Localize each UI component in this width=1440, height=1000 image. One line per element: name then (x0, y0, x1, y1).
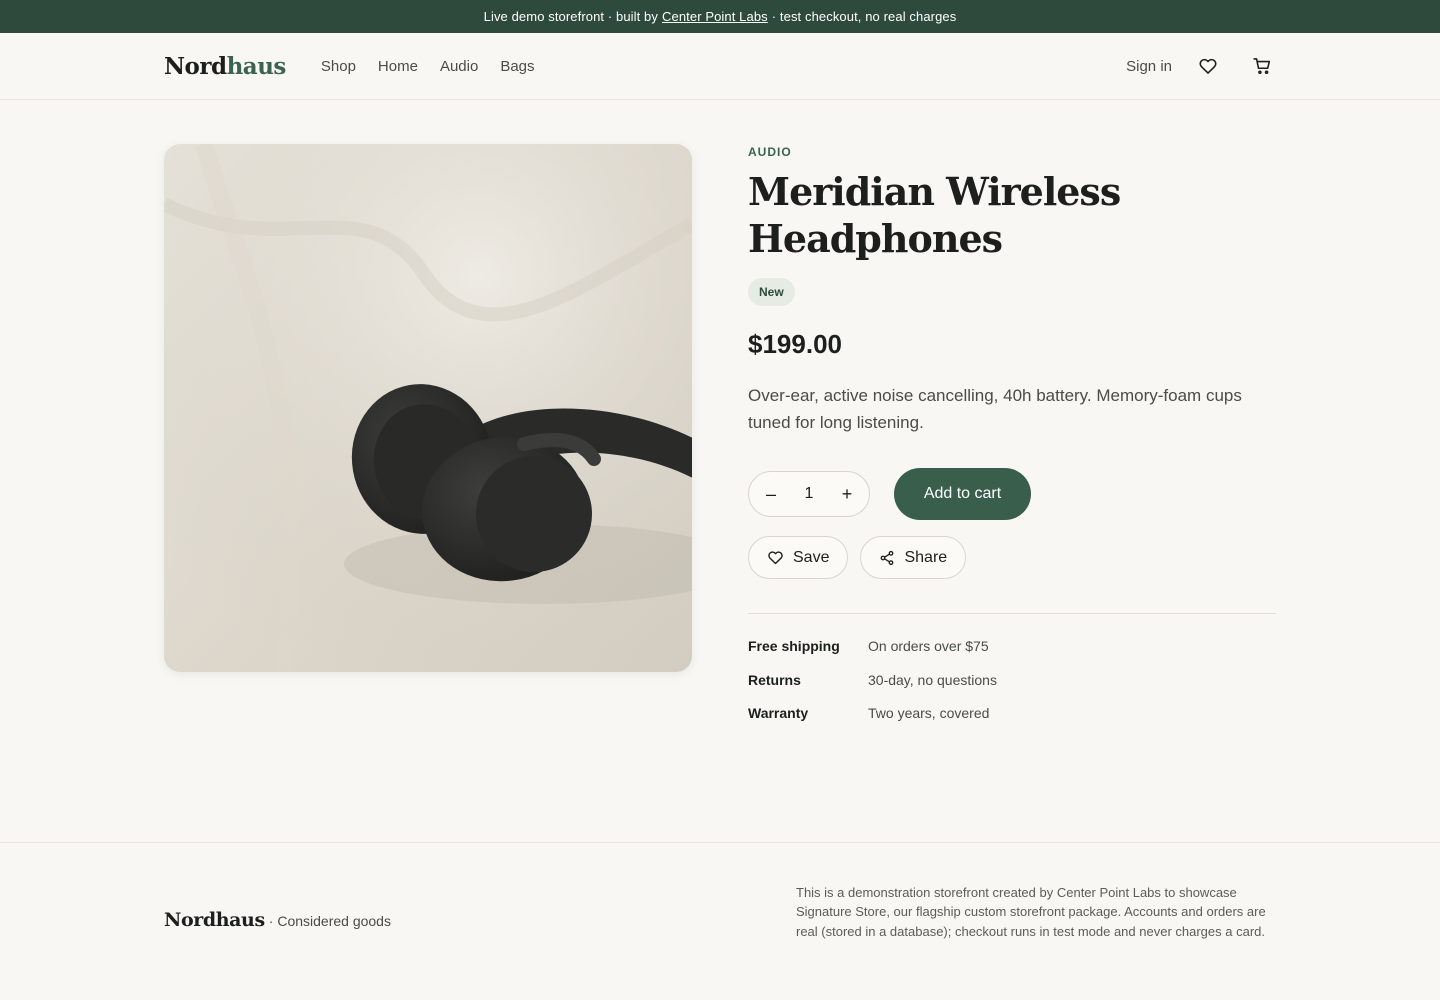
new-badge: New (748, 278, 795, 306)
product-description: Over-ear, active noise cancelling, 40h b… (748, 386, 1242, 432)
add-to-cart-button[interactable]: Add to cart (894, 468, 1031, 520)
spec-label: Warranty (748, 705, 809, 721)
heart-icon (1199, 58, 1217, 74)
divider (748, 613, 1276, 614)
banner-prefix: Live demo storefront · built by (483, 9, 658, 24)
product-specs: Free shipping On orders over $75 Returns… (748, 638, 1276, 739)
headphones-illustration (164, 144, 692, 672)
spec-value: Two years, covered (868, 705, 990, 721)
increment-button[interactable]: + (839, 484, 855, 505)
nav-item-home[interactable]: Home (378, 58, 418, 75)
save-label: Save (793, 548, 830, 566)
product-image (164, 144, 692, 672)
footer-disclaimer: This is a demonstration storefront creat… (796, 885, 1266, 939)
demo-banner: Live demo storefront · built by Center P… (0, 0, 1440, 33)
cart-icon (1253, 58, 1271, 75)
spec-label: Free shipping (748, 638, 840, 654)
spec-label: Returns (748, 671, 801, 688)
footer-brand: Nordhaus · Considered goods (164, 909, 391, 931)
footer-tagline: · Considered goods (268, 913, 391, 929)
spec-row: Warranty Two years, covered (748, 705, 1276, 739)
spec-row: Returns 30-day, no questions (748, 672, 1276, 706)
wishlist-button[interactable] (1194, 52, 1222, 80)
spec-row: Free shipping On orders over $75 (748, 638, 1276, 672)
product-price: $199.00 (748, 329, 842, 359)
nav-item-bags[interactable]: Bags (500, 58, 534, 75)
spec-value: On orders over $75 (868, 638, 989, 654)
share-button[interactable]: Share (860, 536, 967, 579)
purchase-row: – 1 + Add to cart (748, 468, 1276, 520)
save-button[interactable]: Save (748, 536, 849, 579)
site-footer: Nordhaus · Considered goods This is a de… (0, 842, 1440, 1000)
site-logo[interactable]: Nord haus (164, 53, 286, 80)
sign-in-link[interactable]: Sign in (1126, 58, 1172, 75)
main-nav: Shop Home Audio Bags (321, 58, 535, 75)
quantity-stepper: – 1 + (748, 471, 870, 517)
nav-item-shop[interactable]: Shop (321, 58, 356, 75)
banner-link[interactable]: Center Point Labs (662, 9, 768, 24)
quantity-value[interactable]: 1 (805, 485, 814, 503)
decrement-button[interactable]: – (763, 484, 779, 505)
logo-part-1: Nord (164, 52, 227, 80)
cart-button[interactable] (1248, 52, 1276, 80)
product-category[interactable]: AUDIO (748, 145, 1276, 159)
site-header: Nord haus Shop Home Audio Bags Sign in (0, 33, 1440, 100)
header-actions: Sign in (1126, 52, 1276, 80)
banner-suffix: · test checkout, no real charges (771, 9, 957, 24)
logo-part-2: haus (226, 52, 287, 80)
nav-item-audio[interactable]: Audio (440, 58, 478, 75)
secondary-actions: Save Share (748, 536, 1276, 579)
share-icon (881, 550, 894, 565)
product-info: AUDIO Meridian Wireless Headphones New $… (748, 144, 1276, 739)
product-title: Meridian Wireless Headphones (748, 169, 1121, 261)
heart-icon (768, 551, 783, 565)
footer-logo[interactable]: Nordhaus (164, 909, 265, 931)
spec-value: 30-day, no questions (868, 671, 997, 688)
share-label: Share (904, 548, 948, 566)
